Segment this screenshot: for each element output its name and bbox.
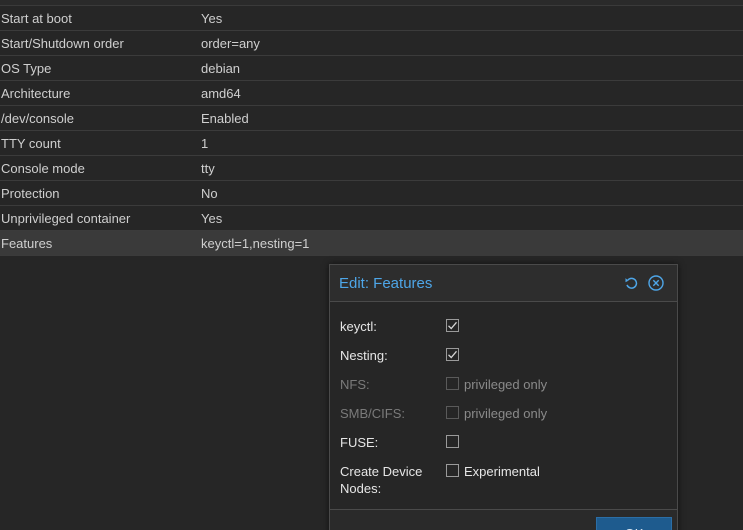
reset-icon[interactable] [623, 275, 639, 291]
field-keyctl: keyctl: [340, 318, 459, 335]
option-row-os-type[interactable]: OS Type debian [0, 56, 743, 81]
field-label: SMB/CIFS: [340, 406, 406, 421]
option-value: keyctl=1,nesting=1 [201, 235, 310, 251]
option-row-features[interactable]: Features keyctl=1,nesting=1 [0, 231, 743, 256]
option-value: No [201, 185, 218, 201]
option-value: order=any [201, 35, 260, 51]
option-key: /dev/console [1, 110, 74, 126]
dialog-title: Edit: Features [339, 274, 433, 292]
create-device-nodes-checkbox[interactable] [446, 464, 459, 477]
field-label: Create Device Nodes: [340, 464, 423, 496]
option-value: tty [201, 160, 215, 176]
option-row-startup-order[interactable]: Start/Shutdown order order=any [0, 31, 743, 56]
field-fuse: FUSE: [340, 434, 459, 451]
fuse-checkbox[interactable] [446, 435, 459, 448]
field-nesting: Nesting: [340, 347, 459, 364]
option-row-protection[interactable]: Protection No [0, 181, 743, 206]
dialog-tools [623, 275, 664, 291]
option-row-tty-count[interactable]: TTY count 1 [0, 131, 743, 156]
field-label: Nesting: [340, 348, 388, 363]
option-row-start-at-boot[interactable]: Start at boot Yes [0, 6, 743, 31]
ok-button[interactable]: OK [596, 517, 672, 530]
option-key: OS Type [1, 60, 52, 76]
option-row-console-mode[interactable]: Console mode tty [0, 156, 743, 181]
nesting-checkbox[interactable] [446, 348, 459, 361]
field-smb-cifs: SMB/CIFS: privileged only [340, 405, 547, 422]
option-value: Yes [201, 10, 223, 26]
close-icon[interactable] [648, 275, 664, 291]
checkbox-label[interactable]: Experimental [464, 463, 540, 480]
field-create-device-nodes: Create Device Nodes: Experimental [340, 463, 540, 497]
option-value: Enabled [201, 110, 249, 126]
option-value: 1 [201, 135, 209, 151]
smb-cifs-checkbox [446, 406, 459, 419]
option-value: amd64 [201, 85, 241, 101]
option-row-architecture[interactable]: Architecture amd64 [0, 81, 743, 106]
field-label: keyctl: [340, 319, 377, 334]
option-key: Console mode [1, 160, 85, 176]
option-value: Yes [201, 210, 223, 226]
option-key: Unprivileged container [1, 210, 131, 226]
option-row-dev-console[interactable]: /dev/console Enabled [0, 106, 743, 131]
keyctl-checkbox[interactable] [446, 319, 459, 332]
option-value: debian [201, 60, 241, 76]
options-table: Start at boot Yes Start/Shutdown order o… [0, 6, 743, 256]
nfs-checkbox [446, 377, 459, 390]
option-key: Protection [1, 185, 60, 201]
checkbox-label: privileged only [464, 406, 548, 421]
option-key: Architecture [1, 85, 71, 101]
option-key: Start at boot [1, 10, 72, 26]
checkbox-label: privileged only [464, 377, 548, 392]
option-key: TTY count [1, 135, 61, 151]
option-row-unprivileged[interactable]: Unprivileged container Yes [0, 206, 743, 231]
dialog-body: keyctl: Nesting: NFS: privileged only SM… [330, 301, 677, 510]
field-label: FUSE: [340, 435, 379, 450]
field-nfs: NFS: privileged only [340, 376, 547, 393]
option-key: Start/Shutdown order [1, 35, 124, 51]
field-label: NFS: [340, 377, 370, 392]
option-key: Features [1, 235, 53, 251]
edit-features-dialog: Edit: Features keyctl: Nesting: NFS: pri… [329, 264, 678, 530]
dialog-header[interactable]: Edit: Features [330, 265, 677, 301]
